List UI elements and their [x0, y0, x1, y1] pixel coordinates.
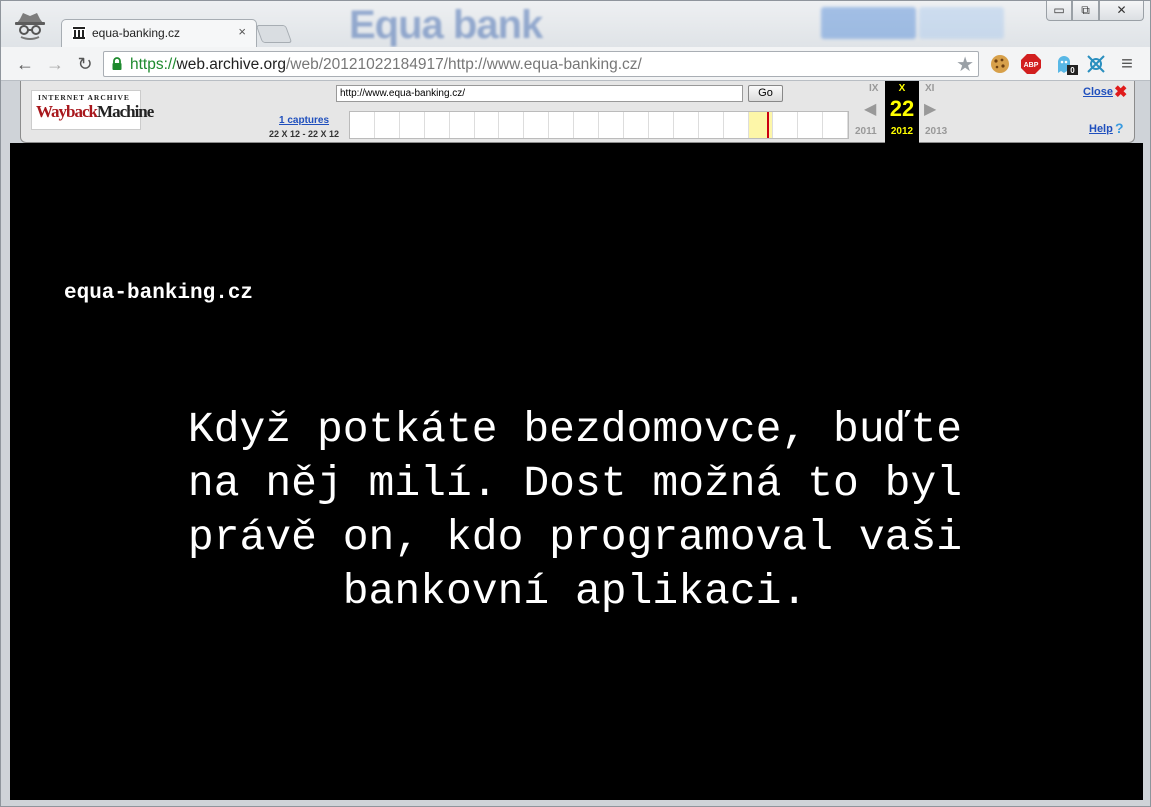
new-tab-button[interactable] — [255, 25, 293, 43]
prev-year-label: 2011 — [855, 126, 877, 137]
tab-close-icon[interactable]: × — [238, 25, 246, 39]
browser-toolbar: ← → ↻ https://web.archive.org/web/201210… — [1, 47, 1150, 81]
archived-page: equa-banking.cz Když potkáte bezdomovce,… — [10, 143, 1143, 800]
minimize-icon: ▭ — [1053, 3, 1065, 17]
adblock-label: ABP — [1024, 62, 1039, 69]
wayback-go-button[interactable]: Go — [748, 85, 783, 102]
wayback-help-link[interactable]: Help — [1089, 123, 1113, 135]
page-message: Když potkáte bezdomovce, buďte na něj mi… — [187, 405, 963, 616]
current-year: 2012 — [890, 126, 914, 137]
background-button — [821, 7, 916, 39]
incognito-icon — [15, 13, 45, 40]
wayback-logo-main: WaybackMachine — [36, 102, 154, 122]
wayback-toolbar: INTERNET ARCHIVE WaybackMachine http://w… — [20, 81, 1135, 143]
address-bar[interactable]: https://web.archive.org/web/201210221849… — [103, 51, 979, 77]
next-arrow-icon[interactable]: ▶ — [924, 99, 936, 119]
help-icon[interactable]: ? — [1115, 120, 1124, 136]
archive-favicon-icon — [72, 26, 86, 40]
prev-month-label: IX — [869, 83, 879, 94]
adblock-icon[interactable]: ABP — [1020, 53, 1042, 75]
wayback-close-link[interactable]: Close — [1083, 86, 1113, 98]
extension-icon[interactable] — [1085, 53, 1107, 75]
forward-button[interactable]: → — [43, 52, 67, 76]
cookie-icon[interactable] — [989, 53, 1011, 75]
current-day: 22 — [889, 96, 915, 121]
next-month-label: XI — [925, 83, 935, 94]
lock-icon — [112, 57, 122, 70]
url-path: /web/20121022184917/http://www.equa-bank… — [285, 56, 642, 73]
tab-active[interactable]: equa-banking.cz × — [61, 19, 257, 47]
wayback-url-input[interactable]: http://www.equa-banking.cz/ — [336, 85, 743, 102]
maximize-button[interactable]: ⧉ — [1072, 1, 1099, 21]
star-icon[interactable]: ★ — [956, 52, 974, 77]
close-icon: ✕ — [1116, 3, 1127, 17]
browser-window: equa-banking.cz × Equa bank ▭ ⧉ ✕ ← → ↻ … — [0, 0, 1151, 807]
capture-year-highlight — [748, 112, 774, 138]
wayback-logo-main-a: Wayback — [36, 102, 98, 121]
close-window-button[interactable]: ✕ — [1099, 1, 1144, 21]
background-button — [919, 7, 1004, 39]
wayback-logo[interactable]: INTERNET ARCHIVE WaybackMachine — [31, 90, 154, 130]
close-icon[interactable]: ✖ — [1114, 82, 1127, 102]
capture-marker — [766, 112, 769, 138]
next-year-label: 2013 — [925, 126, 948, 137]
menu-icon[interactable]: ≡ — [1115, 52, 1139, 76]
back-button[interactable]: ← — [13, 52, 37, 76]
url-host: web.archive.org — [176, 56, 286, 73]
captures-range: 22 X 12 - 22 X 12 — [269, 129, 340, 139]
reload-button[interactable]: ↻ — [73, 52, 97, 76]
prev-arrow-icon[interactable]: ◀ — [864, 99, 876, 119]
wayback-logo-top: INTERNET ARCHIVE — [38, 93, 130, 102]
ghostery-count: 0 — [1070, 66, 1075, 75]
background-bank-logo: Equa bank — [349, 3, 543, 47]
current-month: X — [898, 83, 906, 94]
current-capture: X 22 2012 — [885, 81, 919, 143]
maximize-icon: ⧉ — [1081, 3, 1090, 17]
site-name: equa-banking.cz — [64, 282, 254, 305]
title-bar: equa-banking.cz × Equa bank ▭ ⧉ ✕ — [1, 1, 1150, 47]
url-scheme: https:// — [130, 56, 177, 73]
minimize-button[interactable]: ▭ — [1046, 1, 1072, 21]
url-text: https://web.archive.org/web/201210221849… — [130, 56, 642, 74]
ghostery-icon[interactable]: 0 — [1054, 53, 1080, 75]
captures-link[interactable]: 1 captures — [279, 115, 329, 126]
capture-sparkline[interactable] — [349, 111, 849, 139]
tab-title: equa-banking.cz — [92, 26, 181, 40]
wayback-logo-main-b: Machine — [97, 102, 154, 121]
